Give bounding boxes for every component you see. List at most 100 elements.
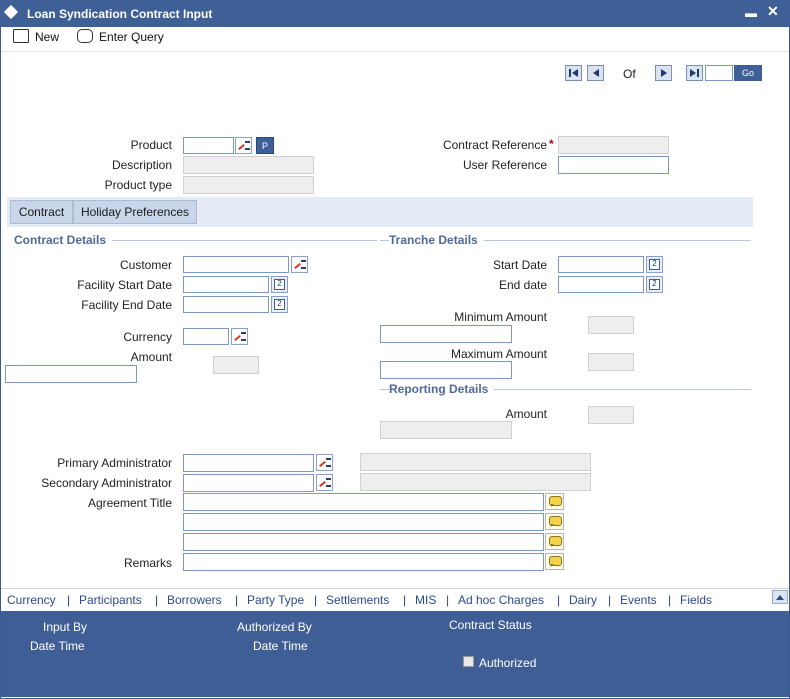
authorized-label: Authorized [479, 656, 537, 670]
primary-administrator-lov-icon[interactable] [316, 454, 333, 471]
authorized-by-label: Authorized By [237, 620, 312, 634]
database-icon [77, 29, 93, 43]
contract-status-label: Contract Status [449, 618, 532, 632]
tranche-details-heading: Tranche Details [389, 233, 484, 247]
end-date-calendar-icon[interactable]: 2 [646, 276, 663, 293]
contract-reference-field [558, 136, 669, 154]
agreement-title-input-3[interactable] [183, 533, 544, 551]
primary-administrator-input[interactable] [183, 454, 314, 472]
maximum-amount-input[interactable] [380, 361, 512, 379]
enter-query-button[interactable]: Enter Query [77, 29, 164, 44]
secondary-administrator-input[interactable] [183, 474, 314, 492]
last-record-button[interactable] [686, 65, 703, 81]
tab-contract[interactable]: Contract [10, 200, 73, 224]
contract-details-heading: Contract Details [14, 233, 113, 247]
link-currency[interactable]: Currency [7, 593, 56, 607]
currency-lov-icon[interactable] [231, 328, 248, 345]
agreement-title-3-note-icon[interactable] [545, 533, 564, 550]
next-record-button[interactable] [655, 65, 672, 81]
description-label: Description [111, 158, 172, 172]
agreement-title-1-note-icon[interactable] [545, 493, 564, 510]
link-separator: | [235, 593, 239, 607]
link-settlements[interactable]: Settlements [326, 593, 389, 607]
secondary-administrator-lov-icon[interactable] [316, 474, 333, 491]
agreement-title-2-note-icon[interactable] [545, 513, 564, 530]
product-input[interactable] [183, 137, 234, 154]
secondary-administrator-label: Secondary Administrator [41, 476, 172, 490]
reporting-amount-field [380, 421, 512, 439]
required-marker: * [549, 137, 554, 151]
start-date-input[interactable] [558, 256, 644, 273]
customer-lov-icon[interactable] [291, 256, 308, 273]
remarks-label: Remarks [123, 556, 172, 570]
product-lov-icon[interactable] [235, 137, 252, 154]
agreement-title-input-1[interactable] [183, 493, 544, 511]
new-button[interactable]: New [13, 29, 59, 44]
facility-end-calendar-icon[interactable]: 2 [271, 296, 288, 313]
end-date-label: End date [498, 278, 547, 292]
maximum-amount-label: Maximum Amount [450, 347, 547, 361]
contract-reference-text: Contract Reference [442, 138, 547, 152]
start-date-label: Start Date [492, 258, 547, 272]
user-reference-input[interactable] [558, 156, 669, 174]
primary-administrator-label: Primary Administrator [57, 456, 172, 470]
remarks-note-icon[interactable] [545, 553, 564, 570]
link-events[interactable]: Events [620, 593, 657, 607]
customer-label: Customer [119, 258, 172, 272]
facility-end-date-input[interactable] [183, 296, 269, 313]
link-separator: | [155, 593, 159, 607]
enter-query-label: Enter Query [99, 30, 164, 44]
amount-input[interactable] [5, 365, 137, 383]
tab-holiday-preferences[interactable]: Holiday Preferences [73, 200, 197, 224]
toolbar: New Enter Query [1, 27, 789, 52]
description-field [183, 156, 314, 174]
maximum-amount-readonly-field [588, 353, 634, 371]
contract-details-divider [100, 240, 377, 241]
link-separator: | [403, 593, 407, 607]
caret-up-icon [776, 595, 784, 600]
minimum-amount-readonly-field [588, 316, 634, 334]
facility-start-date-label: Facility Start Date [77, 278, 172, 292]
previous-record-button[interactable] [587, 65, 604, 81]
title-bar: Loan Syndication Contract Input ▬ ✕ [0, 0, 790, 27]
p-button[interactable]: P [256, 137, 274, 154]
agreement-title-input-2[interactable] [183, 513, 544, 531]
new-label: New [35, 30, 60, 44]
product-label: Product [130, 138, 172, 152]
next-icon [661, 69, 667, 77]
link-dairy[interactable]: Dairy [569, 593, 597, 607]
customer-input[interactable] [183, 256, 289, 273]
link-party-type[interactable]: Party Type [247, 593, 304, 607]
link-separator: | [67, 593, 71, 607]
reporting-amount-label: Amount [505, 407, 547, 421]
window-title: Loan Syndication Contract Input [27, 7, 213, 21]
start-date-calendar-icon[interactable]: 2 [646, 256, 663, 273]
minimum-amount-input[interactable] [380, 325, 512, 343]
page-number-input[interactable] [705, 65, 733, 81]
date-time-label: Date Time [30, 639, 85, 653]
link-participants[interactable]: Participants [79, 593, 142, 607]
facility-start-date-input[interactable] [183, 276, 269, 293]
minimize-button[interactable]: ▬ [745, 6, 757, 20]
go-button[interactable]: Go [734, 65, 762, 81]
currency-input[interactable] [183, 328, 229, 345]
authorized-checkbox[interactable] [463, 656, 474, 667]
link-fields[interactable]: Fields [680, 593, 712, 607]
link-ad-hoc-charges[interactable]: Ad hoc Charges [458, 593, 544, 607]
product-type-field [183, 176, 314, 194]
end-date-input[interactable] [558, 276, 644, 293]
minimum-amount-label: Minimum Amount [454, 310, 547, 324]
link-borrowers[interactable]: Borrowers [167, 593, 222, 607]
link-mis[interactable]: MIS [415, 593, 436, 607]
amount-label: Amount [130, 350, 172, 364]
agreement-title-label: Agreement Title [87, 496, 172, 510]
product-type-label: Product type [104, 178, 172, 192]
facility-start-calendar-icon[interactable]: 2 [271, 276, 288, 293]
scroll-up-button[interactable] [772, 590, 788, 604]
of-label: Of [623, 67, 636, 81]
remarks-input[interactable] [183, 553, 544, 571]
previous-icon [593, 69, 599, 77]
link-separator: | [608, 593, 612, 607]
first-record-button[interactable] [565, 65, 582, 81]
close-button[interactable]: ✕ [767, 3, 779, 20]
